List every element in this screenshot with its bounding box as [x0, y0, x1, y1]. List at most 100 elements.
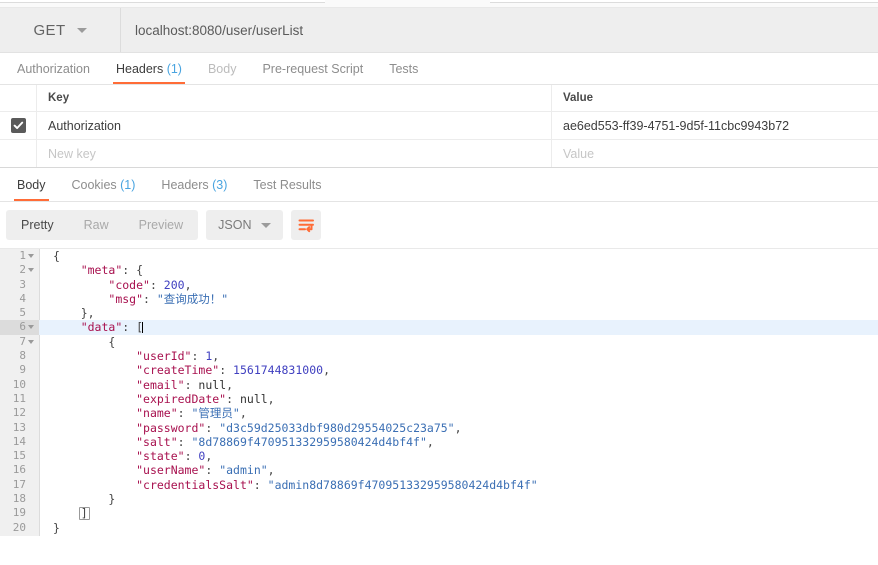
line-number: 19 — [12, 506, 26, 520]
response-body-editor[interactable]: 1{2 "meta": {3 "code": 200, 4 "msg": "查询成… — [0, 249, 878, 536]
response-tab-test-results[interactable]: Test Results — [240, 178, 334, 201]
new-value-input[interactable]: Value — [552, 140, 878, 167]
editor-lines: 1{2 "meta": {3 "code": 200, 4 "msg": "查询成… — [0, 249, 878, 535]
table-row: Authorization ae6ed553-ff39-4751-9d5f-11… — [0, 112, 878, 140]
code-token: : — [253, 477, 268, 492]
code-line-text: "meta": { — [39, 263, 143, 277]
line-number: 20 — [12, 520, 26, 534]
view-mode-preview[interactable]: Preview — [124, 210, 198, 240]
code-token: "查询成功！" — [156, 291, 229, 306]
new-row-checkbox-cell — [0, 140, 37, 167]
code-token: : — [184, 377, 199, 392]
code-token: "password" — [136, 420, 206, 435]
request-tabs: Authorization Headers (1) Body Pre-request … — [0, 53, 878, 85]
code-line-text: "state": 0, — [39, 449, 212, 463]
http-method-selector[interactable]: GET — [0, 8, 121, 52]
code-token: { — [108, 334, 116, 349]
code-line: 10 "email": null, — [0, 378, 878, 392]
code-token: "管理员" — [191, 406, 240, 421]
checkbox-checked-icon[interactable] — [10, 118, 26, 133]
column-header-value: Value — [563, 92, 594, 104]
fold-arrow-icon[interactable] — [28, 268, 34, 273]
response-tab-cookies[interactable]: Cookies (1) — [59, 178, 149, 201]
code-token: "createTime" — [136, 363, 220, 378]
tab-body[interactable]: Body — [195, 62, 250, 84]
code-line-text: "userName": "admin", — [39, 463, 275, 477]
tab-active-underline — [14, 199, 49, 201]
view-mode-raw[interactable]: Raw — [69, 210, 124, 240]
code-line-text: { — [39, 249, 60, 263]
tab-headers[interactable]: Headers (1) — [103, 62, 195, 84]
code-token: , — [226, 377, 234, 392]
word-wrap-icon — [298, 219, 314, 232]
code-line-text: "email": null, — [39, 378, 233, 392]
code-token: "credentialsSalt" — [136, 477, 254, 492]
header-value-input[interactable]: ae6ed553-ff39-4751-9d5f-11cbc9943b72 — [552, 112, 878, 139]
window-tab-strip — [0, 0, 878, 8]
headers-new-row: New key Value — [0, 140, 878, 168]
code-token: "data" — [80, 320, 123, 335]
code-line: 17 "credentialsSalt": "admin8d78869f4709… — [0, 478, 878, 492]
code-token: , — [267, 391, 275, 406]
code-token: : — [122, 320, 137, 335]
code-line: 3 "code": 200, — [0, 278, 878, 292]
response-format-label: JSON — [218, 218, 252, 232]
code-line-text: "data": [ — [39, 320, 144, 335]
code-token: "d3c59d25033dbf980d29554025c23a75" — [219, 420, 455, 435]
code-token: null — [239, 391, 268, 406]
column-header-key: Key — [37, 85, 552, 111]
response-tab-headers[interactable]: Headers (3) — [148, 178, 240, 201]
line-number: 14 — [12, 434, 26, 448]
code-token: } — [53, 520, 60, 535]
word-wrap-toggle-button[interactable] — [291, 210, 322, 240]
view-mode-pretty[interactable]: Pretty — [6, 210, 69, 240]
line-number: 3 — [19, 277, 26, 291]
code-token: { — [136, 263, 144, 278]
new-key-input[interactable]: New key — [37, 140, 552, 167]
code-token: , — [267, 463, 275, 478]
code-line: 12 "name": "管理员", — [0, 406, 878, 420]
code-token: : — [191, 349, 206, 364]
code-token: "msg" — [108, 291, 144, 306]
response-format-dropdown[interactable]: JSON — [206, 210, 284, 240]
tab-active-underline — [112, 82, 185, 84]
code-token: "userId" — [136, 349, 192, 364]
tab-pre-request-script[interactable]: Pre-request Script — [249, 62, 376, 84]
code-token: : — [143, 291, 157, 306]
tab-authorization[interactable]: Authorization — [4, 62, 103, 84]
code-token: : — [177, 406, 192, 421]
code-token: : — [205, 463, 220, 478]
fold-arrow-icon[interactable] — [28, 325, 34, 330]
code-line: 1{ — [0, 249, 878, 263]
line-number: 12 — [12, 406, 26, 420]
code-token: 200 — [163, 277, 185, 292]
code-line: 6 "data": [ — [0, 320, 878, 335]
request-url-bar: GET localhost:8080/user/userList — [0, 8, 878, 53]
line-number: 8 — [19, 349, 26, 363]
code-line: 5 }, — [0, 306, 878, 320]
fold-arrow-icon[interactable] — [28, 339, 34, 344]
code-line-text: }, — [39, 306, 95, 320]
line-number: 15 — [12, 449, 26, 463]
line-number: 9 — [19, 363, 26, 377]
fold-arrow-icon[interactable] — [28, 254, 34, 258]
tab-label: Body — [207, 62, 237, 76]
header-key-input[interactable]: Authorization — [37, 112, 552, 139]
response-tab-body[interactable]: Body — [4, 178, 59, 201]
code-token: , — [184, 277, 192, 292]
code-token: , — [426, 434, 434, 449]
code-token: "state" — [136, 449, 185, 464]
code-token: : — [205, 420, 220, 435]
line-number: 17 — [12, 477, 26, 491]
code-token: "salt" — [136, 434, 178, 449]
request-url-input[interactable]: localhost:8080/user/userList — [121, 8, 878, 52]
code-token: , — [212, 349, 220, 364]
code-line: 2 "meta": { — [0, 263, 878, 277]
matched-bracket: ] — [78, 506, 90, 521]
code-line-text: } — [39, 492, 115, 506]
tab-tests[interactable]: Tests — [376, 62, 431, 84]
code-line-text: } — [39, 521, 60, 535]
code-token: "meta" — [80, 263, 123, 278]
code-line: 14 "salt": "8d78869f470951332959580424d4… — [0, 435, 878, 449]
code-line: 16 "userName": "admin", — [0, 463, 878, 477]
